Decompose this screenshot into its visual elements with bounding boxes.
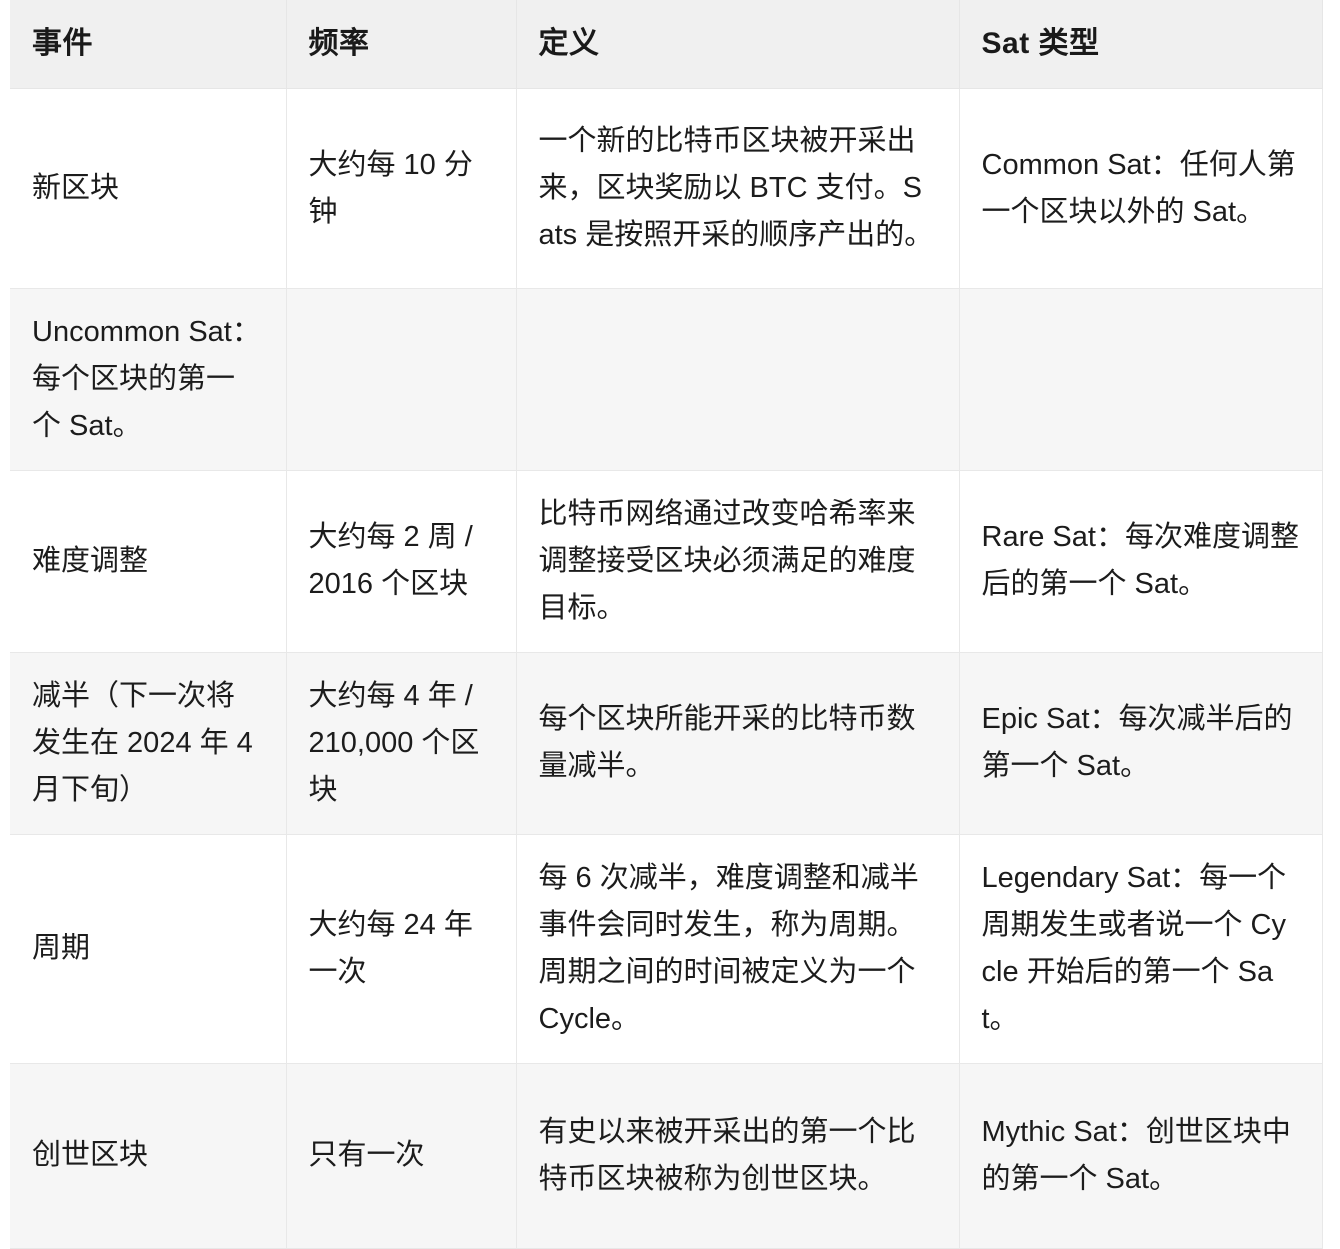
cell-event: 难度调整	[10, 469, 287, 653]
cell-text-sat-type: Common Sat：任何人第一个区块以外的 Sat。	[981, 148, 1296, 228]
header-row: 事件 频率 定义 Sat 类型	[10, 0, 1323, 89]
cell-text-event: 难度调整	[32, 544, 149, 577]
cell-text-definition: 有史以来被开采出的第一个比特币区块被称为创世区块。	[538, 1115, 916, 1195]
cell-text-event: 减半（下一次将发生在 2024 年 4 月下旬）	[32, 679, 253, 806]
column-header-definition: 定义	[515, 0, 960, 89]
cell-definition: 有史以来被开采出的第一个比特币区块被称为创世区块。	[515, 1062, 960, 1249]
cell-definition: 比特币网络通过改变哈希率来调整接受区块必须满足的难度目标。	[515, 469, 960, 653]
cell-sat-type: Legendary Sat：每一个周期发生或者说一个 Cycle 开始后的第一个…	[958, 833, 1323, 1064]
cell-text-definition: 一个新的比特币区块被开采出来，区块奖励以 BTC 支付。Sats 是按照开采的顺…	[538, 125, 934, 251]
cell-event: Uncommon Sat：每个区块的第一个 Sat。	[10, 288, 287, 471]
table-row: 周期 大约每 24 年一次 每 6 次减半，难度调整和减半事件会同时发生，称为周…	[10, 833, 1323, 1064]
table-row: 减半（下一次将发生在 2024 年 4 月下旬） 大约每 4 年 / 210,0…	[10, 651, 1323, 835]
cell-definition	[515, 288, 960, 471]
cell-frequency: 大约每 2 周 / 2016 个区块	[285, 469, 517, 653]
sat-types-table: 事件 频率 定义 Sat 类型 新区块 大约每 10 分钟 一个新的比特币区块被…	[10, 0, 1323, 1249]
cell-sat-type: Epic Sat：每次减半后的第一个 Sat。	[958, 651, 1323, 835]
table-header: 事件 频率 定义 Sat 类型	[10, 0, 1323, 89]
column-header-sat-type: Sat 类型	[958, 0, 1323, 89]
cell-sat-type: Common Sat：任何人第一个区块以外的 Sat。	[958, 88, 1323, 289]
cell-text-sat-type: Legendary Sat：每一个周期发生或者说一个 Cycle 开始后的第一个…	[981, 861, 1287, 1035]
cell-text-event: Uncommon Sat：每个区块的第一个 Sat。	[32, 316, 261, 442]
cell-text-event: 新区块	[32, 172, 120, 205]
cell-text-frequency: 大约每 10 分钟	[308, 148, 473, 228]
cell-text-frequency: 大约每 4 年 / 210,000 个区块	[308, 679, 480, 806]
cell-text-sat-type: Epic Sat：每次减半后的第一个 Sat。	[981, 703, 1293, 783]
cell-text-event: 周期	[32, 932, 91, 965]
cell-text-frequency: 大约每 24 年一次	[308, 908, 473, 988]
cell-event: 周期	[10, 833, 287, 1064]
cell-text-event: 创世区块	[32, 1139, 149, 1172]
cell-sat-type: Rare Sat：每次难度调整后的第一个 Sat。	[958, 469, 1323, 653]
cell-text-definition: 每个区块所能开采的比特币数量减半。	[538, 703, 916, 783]
cell-text-frequency	[309, 379, 494, 380]
cell-text-sat-type: Rare Sat：每次难度调整后的第一个 Sat。	[981, 521, 1299, 601]
cell-event: 新区块	[10, 88, 287, 289]
cell-text-definition	[539, 379, 937, 380]
cell-definition: 每个区块所能开采的比特币数量减半。	[515, 651, 960, 835]
cell-frequency: 大约每 24 年一次	[285, 833, 517, 1064]
table-row: 创世区块 只有一次 有史以来被开采出的第一个比特币区块被称为创世区块。 Myth…	[10, 1062, 1323, 1249]
cell-text-sat-type: Mythic Sat：创世区块中的第一个 Sat。	[981, 1115, 1291, 1195]
table-row: Uncommon Sat：每个区块的第一个 Sat。	[10, 288, 1323, 471]
cell-frequency	[285, 288, 517, 471]
cell-text-sat-type	[982, 379, 1300, 380]
cell-text-frequency: 只有一次	[308, 1139, 425, 1172]
table-body: 新区块 大约每 10 分钟 一个新的比特币区块被开采出来，区块奖励以 BTC 支…	[10, 88, 1323, 1249]
table-row: 难度调整 大约每 2 周 / 2016 个区块 比特币网络通过改变哈希率来调整接…	[10, 469, 1323, 653]
cell-text-definition: 每 6 次减半，难度调整和减半事件会同时发生，称为周期。周期之间的时间被定义为一…	[538, 861, 919, 1035]
cell-definition: 一个新的比特币区块被开采出来，区块奖励以 BTC 支付。Sats 是按照开采的顺…	[515, 88, 960, 289]
cell-text-definition: 比特币网络通过改变哈希率来调整接受区块必须满足的难度目标。	[538, 497, 916, 624]
cell-frequency: 大约每 10 分钟	[285, 88, 517, 289]
table-container: 事件 频率 定义 Sat 类型 新区块 大约每 10 分钟 一个新的比特币区块被…	[0, 0, 1340, 1249]
cell-text-frequency: 大约每 2 周 / 2016 个区块	[308, 521, 473, 601]
cell-event: 减半（下一次将发生在 2024 年 4 月下旬）	[10, 651, 287, 835]
table-row: 新区块 大约每 10 分钟 一个新的比特币区块被开采出来，区块奖励以 BTC 支…	[10, 88, 1323, 289]
cell-frequency: 大约每 4 年 / 210,000 个区块	[285, 651, 517, 835]
cell-definition: 每 6 次减半，难度调整和减半事件会同时发生，称为周期。周期之间的时间被定义为一…	[515, 833, 960, 1064]
cell-sat-type: Mythic Sat：创世区块中的第一个 Sat。	[958, 1062, 1323, 1249]
column-header-frequency: 频率	[285, 0, 517, 89]
cell-frequency: 只有一次	[285, 1062, 517, 1249]
cell-event: 创世区块	[10, 1062, 287, 1249]
column-header-event: 事件	[10, 0, 287, 89]
cell-sat-type	[958, 288, 1323, 471]
